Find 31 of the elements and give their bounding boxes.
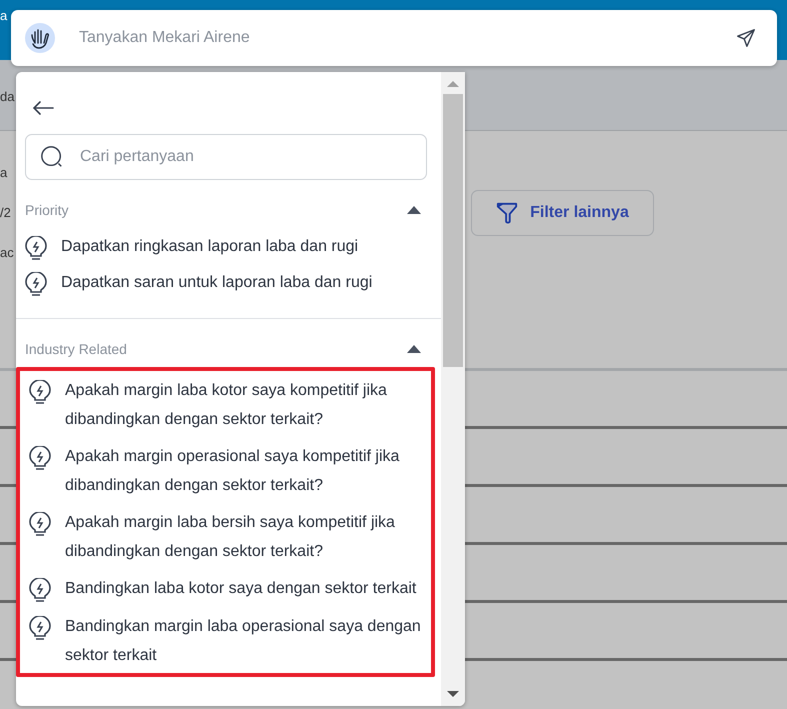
lightbulb-icon — [25, 236, 47, 262]
lightbulb-icon — [29, 512, 51, 538]
scroll-down-icon[interactable] — [447, 690, 459, 698]
lightbulb-icon — [29, 446, 51, 472]
suggested-question[interactable]: Apakah margin laba kotor saya kompetitif jika dibandingkan dengan sektor terkait? — [65, 376, 431, 434]
lightbulb-icon — [25, 272, 47, 298]
search-icon — [40, 145, 64, 169]
suggested-question[interactable]: Apakah margin operasional saya kompetitif jika dibandingkan dengan sektor terkait? — [65, 442, 431, 500]
lightbulb-icon — [29, 578, 51, 604]
section-title: Priority — [25, 202, 69, 218]
tab-text-fragment: da — [0, 89, 14, 104]
text-fragment: ac — [0, 245, 15, 261]
suggested-question[interactable]: Dapatkan saran untuk laporan laba dan rugi — [61, 268, 372, 297]
section-title: Industry Related — [25, 341, 127, 357]
suggested-question[interactable]: Bandingkan margin laba operasional saya dengan sektor terkait — [65, 612, 431, 670]
suggested-question[interactable]: Apakah margin laba bersih saya kompetitif jika dibandingkan dengan sektor terkait? — [65, 508, 431, 566]
filter-button[interactable]: Filter lainnya — [471, 190, 654, 236]
send-icon[interactable] — [735, 27, 757, 49]
suggested-question[interactable]: Dapatkan ringkasan laporan laba dan rugi — [61, 232, 358, 261]
lightbulb-icon — [29, 380, 51, 406]
back-arrow-icon[interactable] — [32, 100, 54, 116]
hand-icon — [25, 23, 55, 53]
lightbulb-icon — [29, 616, 51, 642]
caret-icon[interactable] — [407, 345, 421, 353]
header-text-fragment: a — [0, 8, 8, 25]
caret-icon[interactable] — [407, 206, 421, 214]
filter-icon — [496, 201, 518, 225]
text-fragment: a — [0, 165, 8, 181]
suggested-question[interactable]: Bandingkan laba kotor saya dengan sektor terkait — [65, 574, 416, 603]
text-fragment: /2 — [0, 205, 12, 221]
scrollbar-thumb[interactable] — [443, 94, 463, 367]
